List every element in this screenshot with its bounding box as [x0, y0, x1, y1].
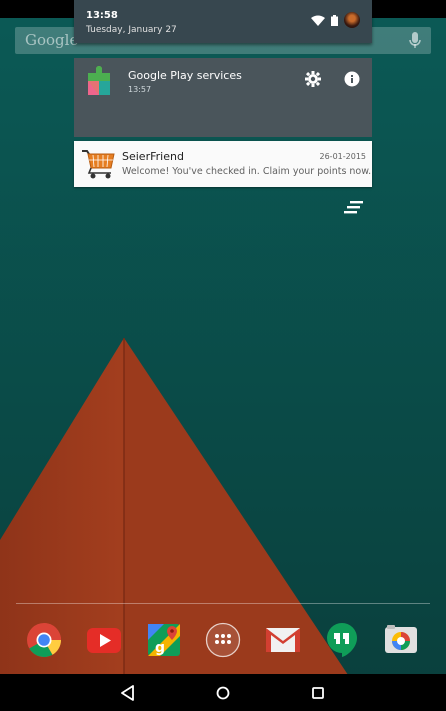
notification-message: Welcome! You've checked in. Claim your p… [122, 166, 372, 177]
notification-time: 13:57 [128, 85, 152, 94]
settings-gear-icon[interactable] [305, 71, 321, 87]
camera-icon[interactable] [383, 622, 419, 658]
notification-seierfriend[interactable]: SeierFriend 26-01-2015 Welcome! You've c… [74, 141, 372, 187]
svg-text:g: g [155, 640, 165, 656]
hangouts-icon[interactable] [324, 622, 360, 658]
youtube-icon[interactable] [86, 622, 122, 658]
shopping-cart-icon [82, 150, 115, 179]
clear-all-notifications-icon[interactable] [344, 201, 364, 215]
gmail-icon[interactable] [265, 622, 301, 658]
info-icon[interactable] [344, 71, 360, 87]
notification-date: 26-01-2015 [319, 152, 367, 161]
navigation-bar [0, 674, 446, 711]
notification-title: SeierFriend [122, 150, 184, 163]
chrome-icon[interactable] [26, 622, 62, 658]
battery-icon [331, 14, 338, 26]
microphone-icon[interactable] [409, 32, 421, 49]
recents-icon[interactable] [308, 683, 328, 703]
notification-title: Google Play services [128, 69, 242, 82]
notification-google-play-services[interactable]: Google Play services 13:57 [74, 58, 372, 137]
home-icon[interactable] [213, 683, 233, 703]
google-play-services-icon [88, 66, 110, 95]
clock-date[interactable]: Tuesday, January 27 [86, 25, 177, 35]
user-avatar[interactable] [344, 12, 360, 28]
dock-divider [16, 603, 430, 604]
notification-shade-header[interactable]: 13:58 Tuesday, January 27 [74, 0, 372, 43]
maps-icon[interactable]: g [146, 622, 182, 658]
clock-time: 13:58 [86, 10, 118, 21]
search-placeholder: Google [25, 31, 79, 49]
app-drawer-icon[interactable] [205, 622, 241, 658]
wifi-icon [311, 15, 325, 26]
back-icon[interactable] [118, 683, 138, 703]
